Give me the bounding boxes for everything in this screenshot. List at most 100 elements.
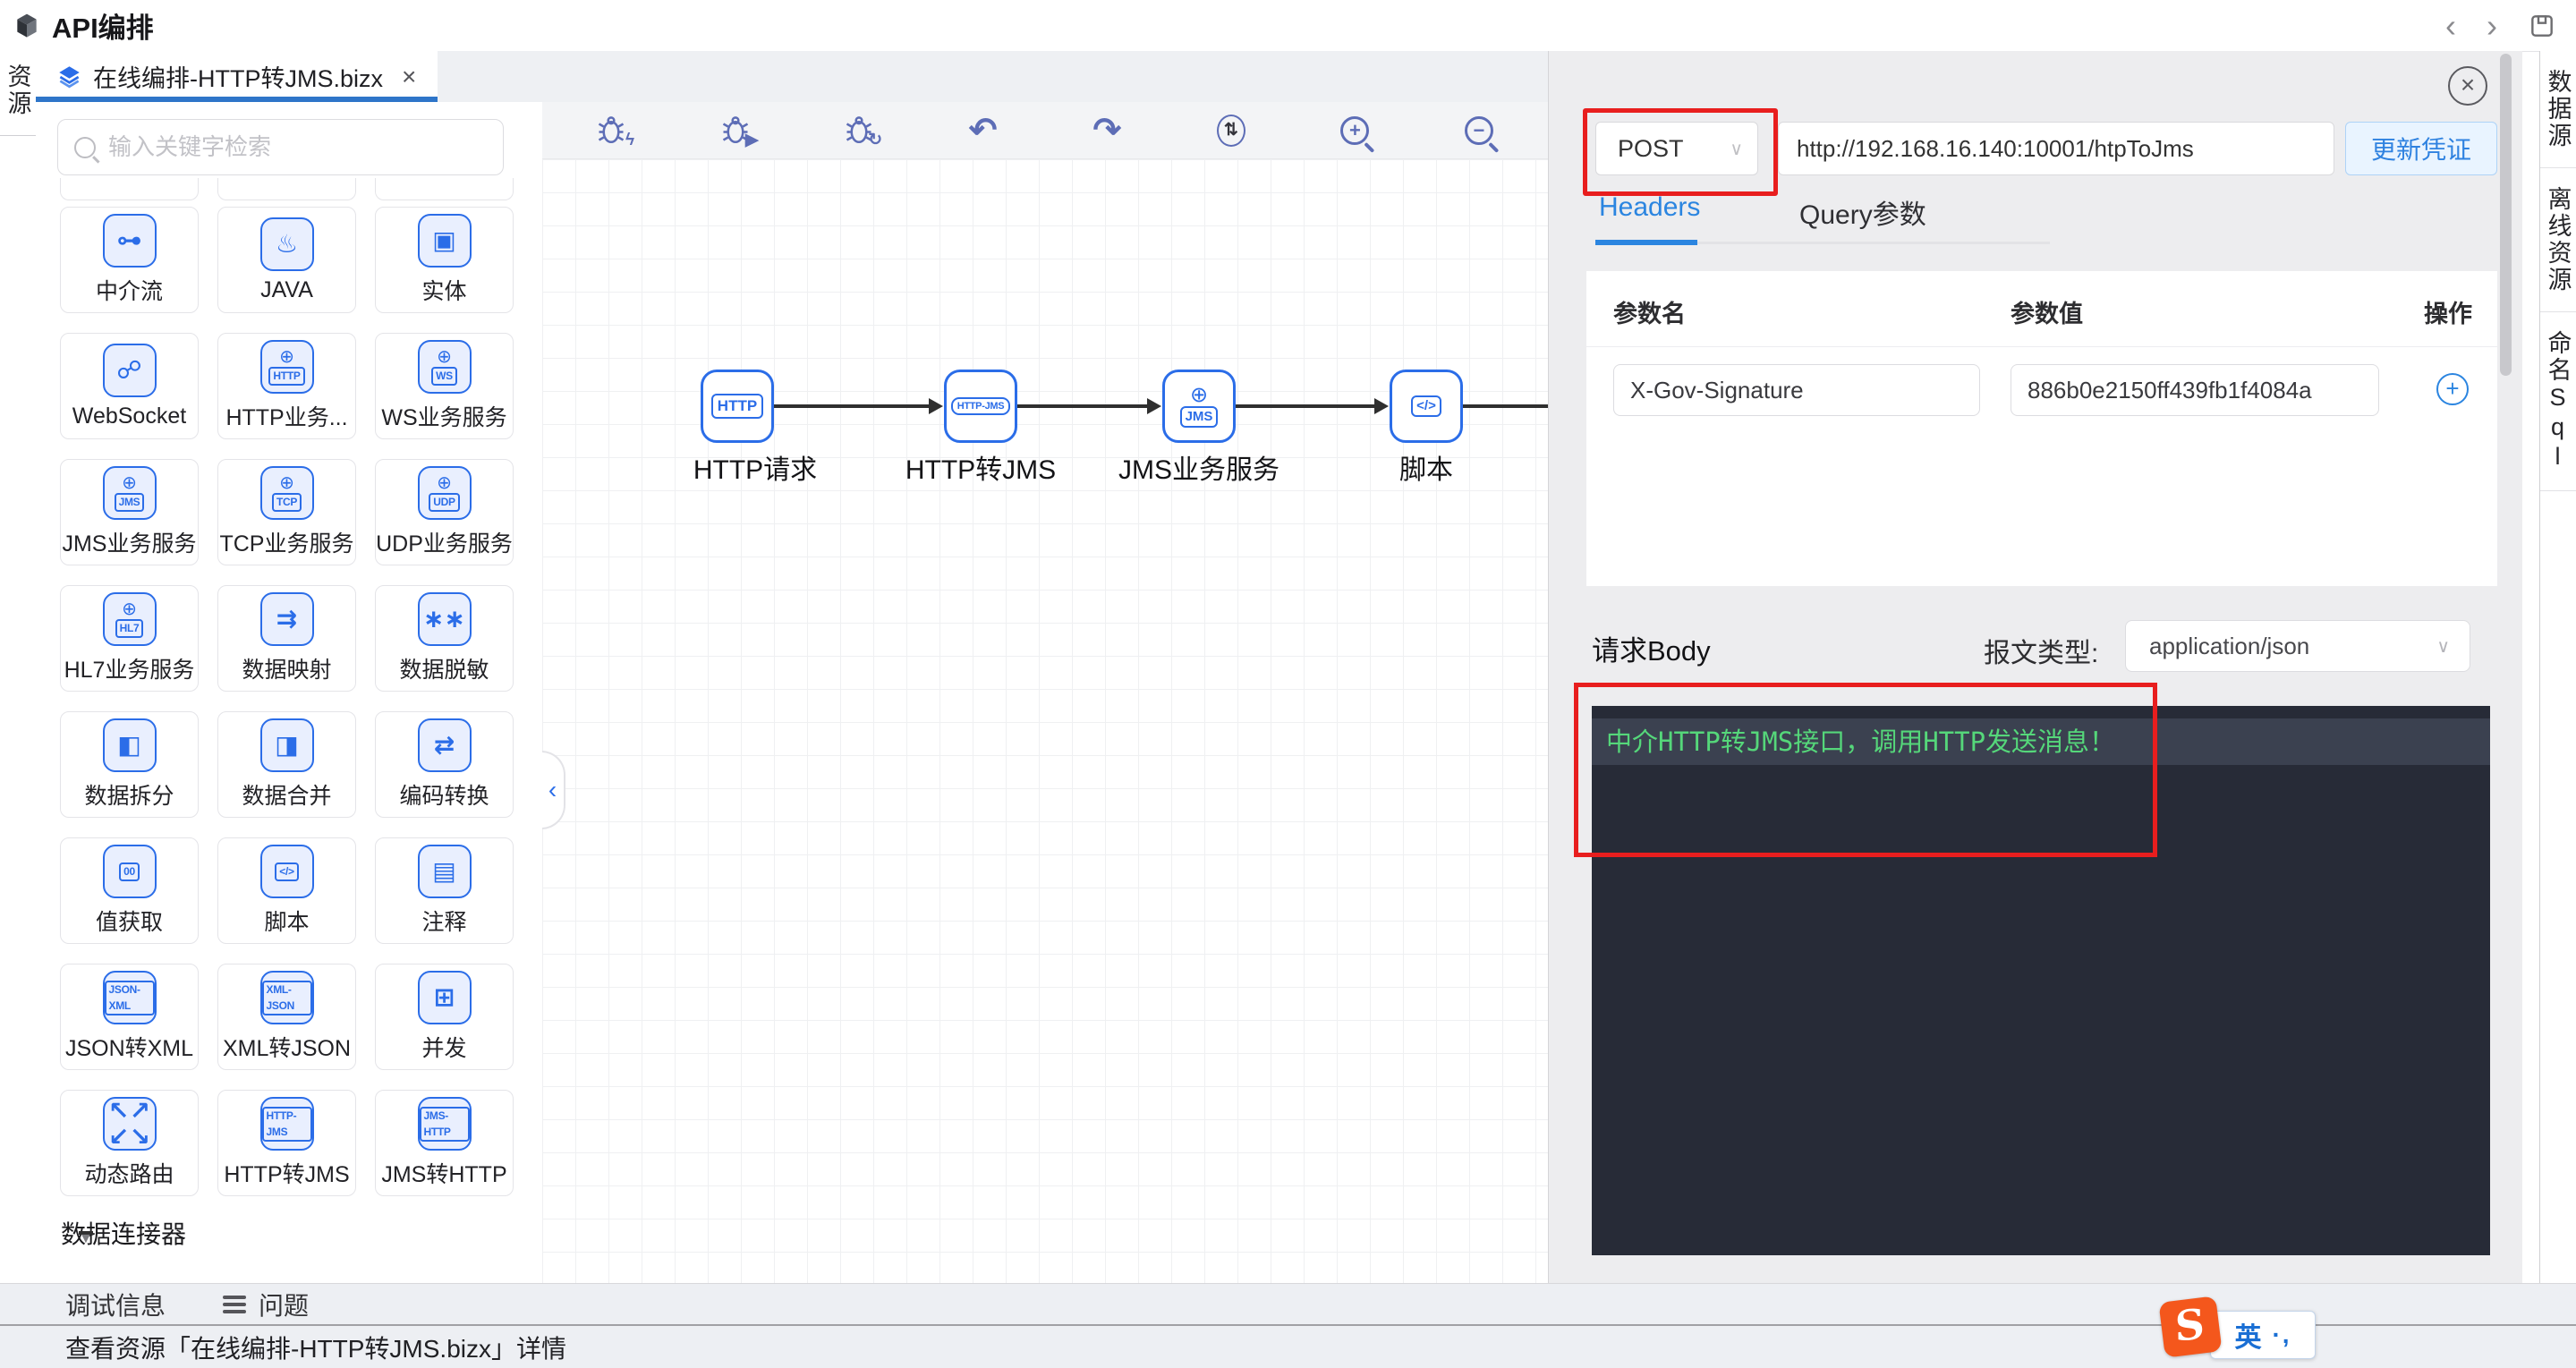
search-input[interactable] [106,132,487,162]
zoom-out-button[interactable]: − [1459,111,1499,150]
palette-card-udp-service[interactable]: ⊕ UDP UDP业务服务 [375,459,514,565]
debug-run-button[interactable]: ▶ [716,111,759,150]
palette-card-tcp-service[interactable]: ⊕ TCP TCP业务服务 [217,459,356,565]
ime-status-pill[interactable]: 英 ·, [2210,1311,2316,1359]
content-type-value: application/json [2149,632,2310,659]
palette-card-partial[interactable] [375,178,514,200]
content-type-select[interactable]: application/json ∨ [2125,620,2470,672]
bug-run-icon: ▶ [719,115,759,149]
sidebar-item-resources[interactable]: 资源 [0,51,36,136]
http-badge-icon: HTTP [710,393,764,420]
palette-card-data-mapping[interactable]: ⇉ 数据映射 [217,585,356,692]
globe-icon: ⊕ [1189,383,1209,408]
palette-partial-row [60,178,514,200]
redo-button[interactable]: ↷ [1087,111,1126,150]
zoom-in-button[interactable]: + [1335,111,1374,150]
editor-tab-bar: 在线编排-HTTP转JMS.bizx × [36,51,1548,103]
param-name-input[interactable] [1613,364,1980,416]
palette-card-websocket[interactable]: ☍ WebSocket [60,333,199,439]
tab-active-file[interactable]: 在线编排-HTTP转JMS.bizx × [36,51,438,102]
palette-card-hl7-service[interactable]: ⊕ HL7 HL7业务服务 [60,585,199,692]
ime-punct-label: ·, [2272,1321,2291,1348]
flow-node-http-to-jms[interactable]: HTTP-JMS [944,370,1017,443]
palette-card-data-merge[interactable]: ◨ 数据合并 [217,711,356,818]
palette-card-value-get[interactable]: 00 值获取 [60,837,199,944]
palette-card-encode-convert[interactable]: ⇄ 编码转换 [375,711,514,818]
save-icon[interactable] [2528,12,2556,40]
debug-refresh-button[interactable]: ↻ [839,111,882,150]
ime-widget[interactable]: 英 ·, S [2158,1296,2341,1367]
undo-icon: ↶ [968,111,998,149]
hl7-service-icon: ⊕ HL7 [102,592,157,646]
palette-card-comment[interactable]: ▤ 注释 [375,837,514,944]
palette-card-json-to-xml[interactable]: JSON-XML JSON转XML [60,964,199,1070]
jms-to-http-icon: JMS-HTTP [417,1097,472,1151]
palette-card-partial[interactable] [60,178,199,200]
palette-card-partial[interactable] [217,178,356,200]
forward-icon[interactable]: › [2487,9,2497,42]
sidebar-item-offline-resources[interactable]: 离线资源 [2540,168,2576,312]
update-credential-button[interactable]: 更新凭证 [2345,122,2497,175]
palette-card-http-service[interactable]: ⊕ HTTP HTTP业务... [217,333,356,439]
http-method-select[interactable]: POST ∨ [1595,122,1758,175]
chevron-down-icon: ∨ [2436,636,2450,657]
editor-text: 中介HTTP转JMS接口，调用HTTP发送消息！ [1606,726,2116,757]
tab-headers[interactable]: Headers [1599,192,1700,223]
entity-icon: ▣ [417,214,472,268]
status-text: 查看资源「在线编排-HTTP转JMS.bizx」详情 [65,1334,567,1363]
palette-card-dynamic-route[interactable]: ↖↗ ↙↘ 动态路由 [60,1090,199,1196]
column-action: 操作 [2424,301,2472,327]
encode-convert-icon: ⇄ [417,718,472,772]
tab-query-params[interactable]: Query参数 [1799,192,1926,232]
panel-close-button[interactable]: × [2448,66,2487,106]
palette-card-java[interactable]: ♨ JAVA [217,207,356,313]
flow-node-script[interactable]: </> [1390,370,1463,443]
panel-collapse-handle[interactable]: ‹ [542,751,565,829]
canvas-grid[interactable]: HTTP HTTP请求 HTTP-JMS HTTP转JMS ⊕ JMS JMS业… [542,159,1548,1283]
palette-card-script[interactable]: </> 脚本 [217,837,356,944]
palette-card-data-masking[interactable]: ∗∗ 数据脱敏 [375,585,514,692]
column-param-name: 参数名 [1613,301,1686,327]
tab-close-icon[interactable]: × [402,63,416,91]
table-divider [1586,346,2497,347]
vertical-scrollbar[interactable] [2500,54,2512,376]
add-param-button[interactable]: + [2436,373,2469,405]
redo-icon: ↷ [1092,111,1122,149]
sogou-logo-icon[interactable]: S [2158,1296,2223,1358]
auto-layout-button[interactable]: ⇅ [1211,111,1251,150]
flow-node-label: HTTP转JMS [905,455,1057,485]
palette-card-concurrent[interactable]: ⊞ 并发 [375,964,514,1070]
collapse-arrow-icon[interactable]: ▼ [79,1231,93,1246]
debug-flash-button[interactable]: ϟ [591,111,634,150]
flow-node-http-request[interactable]: HTTP [701,370,774,443]
sidebar-item-named-sql[interactable]: 命名Sql [2540,312,2576,491]
sidebar-item-datasource[interactable]: 数据源 [2540,51,2576,168]
data-connector-section[interactable]: ▼ 数据连接器 [36,1208,542,1258]
right-sidebar-strip: 数据源 离线资源 命名Sql [2539,51,2576,1283]
back-icon[interactable]: ‹ [2445,9,2456,42]
tab-debug-info[interactable]: 调试信息 [65,1287,166,1322]
palette-card-jms-to-http[interactable]: JMS-HTTP JMS转HTTP [375,1090,514,1196]
flow-node-jms-service[interactable]: ⊕ JMS [1162,370,1236,443]
palette-card-zhongjieliu[interactable]: ⊶ 中介流 [60,207,199,313]
palette-card-jms-service[interactable]: ⊕ JMS JMS业务服务 [60,459,199,565]
flow-arrow [1236,398,1389,414]
palette-card-entity[interactable]: ▣ 实体 [375,207,514,313]
palette-grid: ⊶ 中介流 ♨ JAVA ▣ 实体 ☍ WebSocket ⊕ HTTP HTTP业务...… [60,207,514,1196]
request-url-input[interactable] [1778,122,2334,175]
palette-card-http-to-jms[interactable]: HTTP-JMS HTTP转JMS [217,1090,356,1196]
column-param-value: 参数值 [2011,301,2083,327]
flow-node-label: JMS业务服务 [1118,455,1279,485]
window-controls: ‹ › [2445,0,2556,51]
palette-card-data-split[interactable]: ◧ 数据拆分 [60,711,199,818]
palette-card-ws-service[interactable]: ⊕ WS WS业务服务 [375,333,514,439]
request-body-editor[interactable]: 中介HTTP转JMS接口，调用HTTP发送消息！ [1592,706,2490,1255]
swap-circle-icon: ⇅ [1216,114,1245,147]
param-value-input[interactable] [2011,364,2379,416]
bug-refresh-icon: ↻ [843,115,882,149]
tab-problems[interactable]: 问题 [259,1287,309,1322]
concurrent-icon: ⊞ [417,971,472,1024]
palette-card-xml-to-json[interactable]: XML-JSON XML转JSON [217,964,356,1070]
palette-search[interactable] [57,119,504,175]
undo-button[interactable]: ↶ [964,111,1003,150]
